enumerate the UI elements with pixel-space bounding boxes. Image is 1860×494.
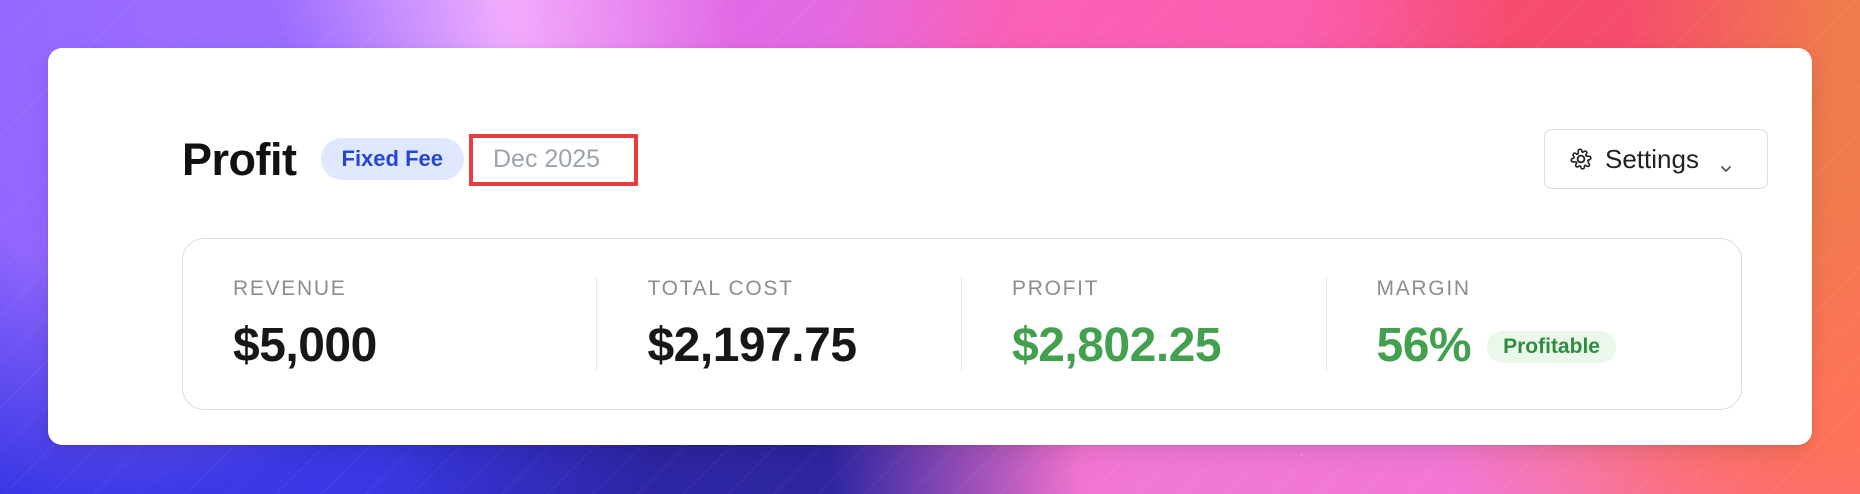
margin-label: MARGIN bbox=[1376, 277, 1471, 300]
date-field[interactable]: Dec 2025 bbox=[468, 133, 638, 186]
profitable-badge: Profitable bbox=[1487, 330, 1616, 363]
total-cost-value: $2,197.75 bbox=[647, 319, 857, 372]
chevron-down-icon bbox=[1719, 152, 1733, 172]
profit-header: Profit Fixed Fee Dec 2025 Settings bbox=[182, 128, 1768, 190]
profit-metrics-panel: REVENUE $5,000 TOTAL COST $2,197.75 PROF… bbox=[182, 238, 1742, 410]
settings-label: Settings bbox=[1605, 143, 1699, 174]
gear-icon bbox=[1569, 147, 1593, 171]
profit-label: PROFIT bbox=[1012, 277, 1100, 300]
margin-metric: MARGIN 56% Profitable bbox=[1327, 239, 1741, 409]
revenue-value: $5,000 bbox=[233, 319, 377, 372]
profit-metric: PROFIT $2,802.25 bbox=[962, 239, 1327, 409]
revenue-metric: REVENUE $5,000 bbox=[183, 239, 598, 409]
total-cost-metric: TOTAL COST $2,197.75 bbox=[597, 239, 962, 409]
margin-row: 56% Profitable bbox=[1377, 322, 1741, 370]
fee-type-badge: Fixed Fee bbox=[320, 138, 464, 180]
page-title: Profit bbox=[182, 133, 297, 185]
total-cost-label: TOTAL COST bbox=[647, 277, 794, 300]
margin-value: 56% bbox=[1376, 319, 1472, 372]
revenue-label: REVENUE bbox=[233, 277, 347, 300]
settings-button[interactable]: Settings bbox=[1544, 129, 1768, 189]
profit-header-left: Profit Fixed Fee Dec 2025 bbox=[182, 133, 638, 186]
profit-value: $2,802.25 bbox=[1012, 319, 1222, 372]
